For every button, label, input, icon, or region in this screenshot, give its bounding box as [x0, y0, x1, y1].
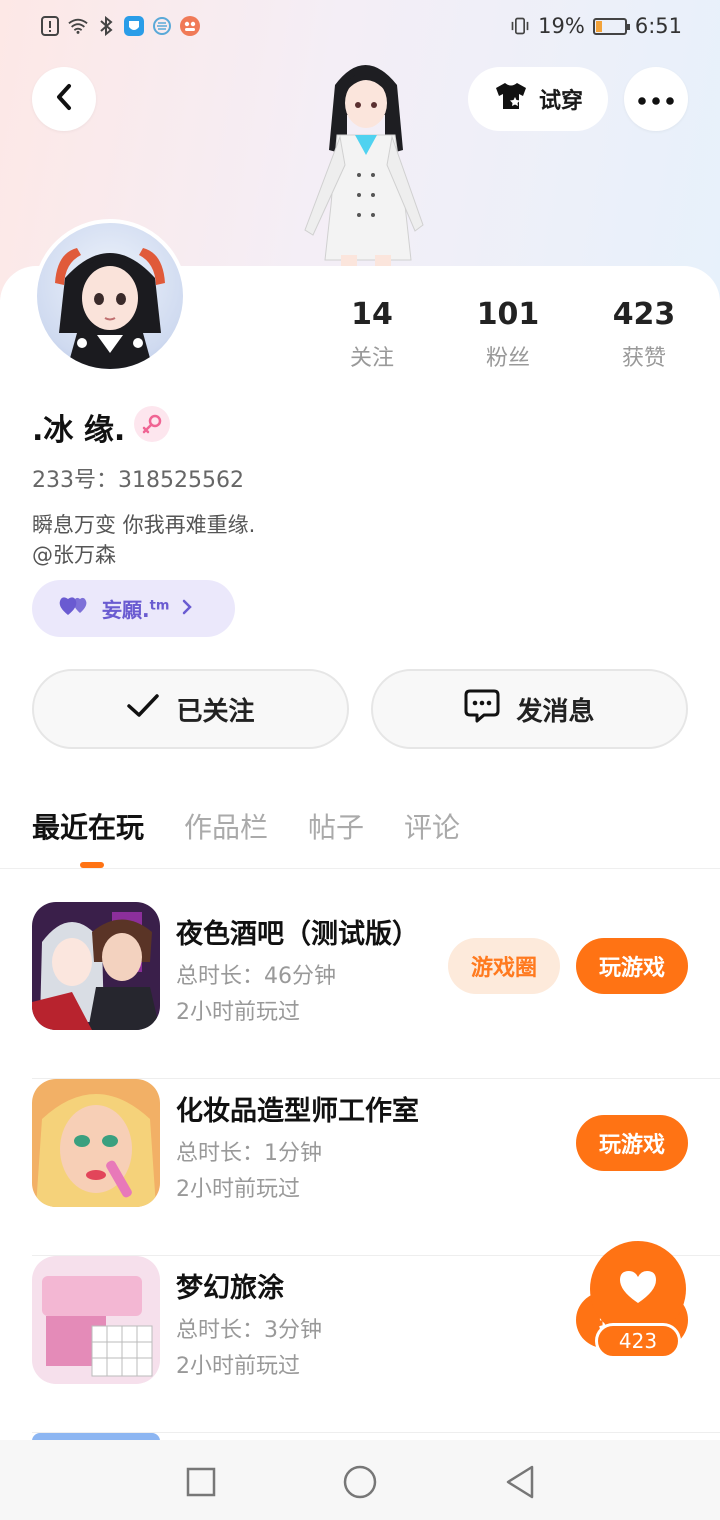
game-title: 夜色酒吧（测试版）: [176, 919, 419, 950]
username: .冰 缘.: [32, 413, 126, 448]
game-last-played: 2小时前玩过: [176, 1177, 300, 1202]
vibrate-icon: [510, 16, 530, 36]
avatar-3d-character: [285, 55, 435, 270]
tshirt-icon: [493, 81, 529, 117]
stat-likes-label: 获赞: [621, 346, 666, 371]
stat-following-count: 14: [351, 297, 393, 332]
back-button[interactable]: [32, 67, 96, 131]
game-title: 梦幻旅涂: [176, 1273, 284, 1304]
female-icon: [134, 406, 170, 442]
try-on-label: 试穿: [538, 89, 583, 114]
tab-works[interactable]: 作品栏: [184, 806, 268, 846]
stat-likes[interactable]: 423 获赞: [589, 297, 699, 372]
bio-line-1: 瞬息万变 你我再难重缘.: [32, 513, 256, 537]
game-thumbnail[interactable]: [32, 1256, 160, 1384]
game-row[interactable]: 夜色酒吧（测试版） 总时长：46分钟 2小时前玩过 游戏圈 玩游戏: [32, 902, 720, 1079]
game-title: 化妆品造型师工作室: [176, 1096, 419, 1127]
followed-button[interactable]: 已关注: [32, 669, 349, 749]
relationship-pill[interactable]: 妄願.tm: [32, 580, 235, 637]
chevron-right-icon: [181, 597, 193, 621]
avatar[interactable]: [33, 219, 187, 373]
shield-app-icon: [124, 16, 144, 36]
more-button[interactable]: [624, 67, 688, 131]
more-icon: [638, 90, 674, 109]
game-thumbnail[interactable]: [32, 1079, 160, 1207]
game-last-played: 2小时前玩过: [176, 1354, 300, 1379]
message-button[interactable]: 发消息: [371, 669, 688, 749]
back-nav-icon[interactable]: [505, 1465, 535, 1503]
stat-following[interactable]: 14 关注: [317, 297, 427, 372]
heart-pair-icon: [58, 595, 90, 622]
bluetooth-icon: [96, 16, 116, 36]
stat-likes-count: 423: [612, 297, 676, 332]
user-id: 233号：318525562: [32, 468, 244, 493]
battery-icon: [592, 17, 630, 35]
game-app-icon: [180, 16, 200, 36]
bio-line-2[interactable]: @张万森: [32, 540, 255, 570]
check-icon: [126, 693, 160, 726]
game-circle-button[interactable]: 游戏圈: [448, 938, 560, 994]
game-last-played: 2小时前玩过: [176, 1000, 300, 1025]
tab-posts[interactable]: 帖子: [308, 806, 364, 846]
system-nav-bar: [0, 1440, 720, 1520]
game-duration: 总时长：1分钟: [176, 1141, 322, 1166]
chat-icon: [464, 689, 500, 730]
stat-following-label: 关注: [349, 346, 394, 371]
tabs-divider: [0, 868, 720, 869]
message-label: 发消息: [516, 696, 595, 727]
profile-tabs: 最近在玩 作品栏 帖子 评论: [32, 806, 460, 846]
play-game-button[interactable]: 玩游戏: [576, 938, 688, 994]
carrier-app-icon: [152, 16, 172, 36]
battery-percent: 19%: [538, 14, 585, 38]
home-icon[interactable]: [343, 1465, 377, 1503]
game-duration: 总时长：46分钟: [176, 964, 336, 989]
stat-fans-label: 粉丝: [485, 346, 530, 371]
game-row[interactable]: 化妆品造型师工作室 总时长：1分钟 2小时前玩过 玩游戏: [32, 1079, 720, 1256]
followed-label: 已关注: [176, 696, 255, 727]
game-thumbnail[interactable]: [32, 902, 160, 1030]
play-game-button[interactable]: 玩游戏: [576, 1115, 688, 1171]
wifi-icon: [68, 16, 88, 36]
heart-icon: [618, 1269, 658, 1309]
stat-fans-count: 101: [476, 297, 540, 332]
bio: 瞬息万变 你我再难重缘. @张万森: [32, 510, 255, 570]
game-duration: 总时长：3分钟: [176, 1318, 322, 1343]
like-count: 423: [595, 1323, 681, 1359]
try-on-button[interactable]: 试穿: [468, 67, 608, 131]
tab-comments[interactable]: 评论: [404, 806, 460, 846]
recents-icon[interactable]: [186, 1467, 216, 1501]
alert-icon: [40, 16, 60, 36]
relationship-label: 妄願.tm: [102, 598, 170, 622]
status-bar: 19% 6:51: [0, 12, 720, 44]
back-icon: [54, 83, 74, 115]
stat-fans[interactable]: 101 粉丝: [453, 297, 563, 372]
clock: 6:51: [634, 14, 682, 38]
tab-recently-played[interactable]: 最近在玩: [32, 806, 144, 846]
